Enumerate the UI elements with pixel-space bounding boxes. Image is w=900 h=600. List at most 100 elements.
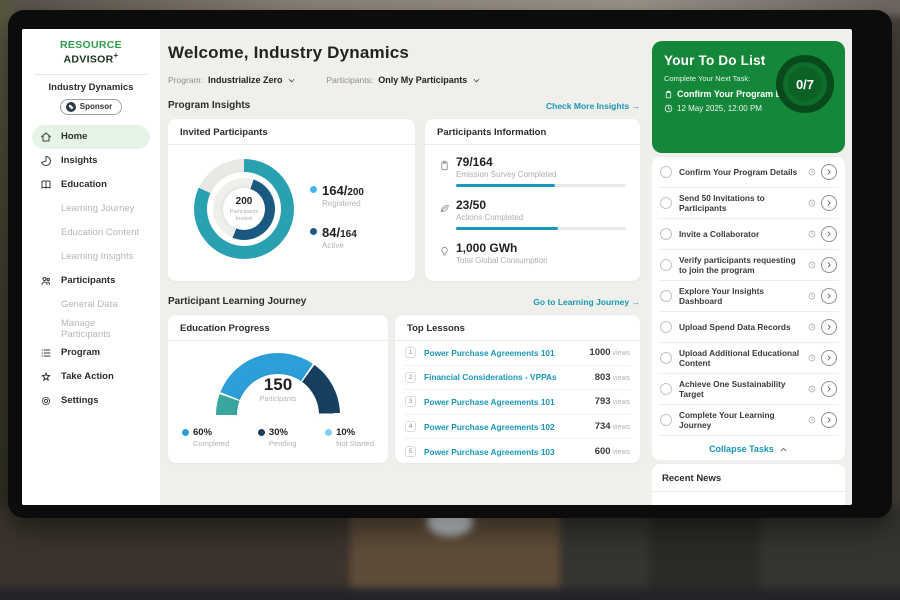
sidebar-item-manage-participants[interactable]: Manage Participants — [32, 317, 150, 341]
sidebar-item-label: Education Content — [61, 227, 139, 238]
task-checkbox[interactable] — [660, 228, 672, 240]
legend-not-started: 10% Not Started — [325, 427, 374, 448]
todo-task-list: Confirm Your Program Details Send 50 Inv… — [652, 157, 845, 460]
task-open-button[interactable] — [821, 257, 837, 273]
legend-dot — [182, 429, 189, 436]
chevron-right-icon — [825, 323, 833, 331]
task-checkbox[interactable] — [660, 352, 672, 364]
sidebar-item-program[interactable]: Program — [32, 341, 150, 365]
task-checkbox[interactable] — [660, 383, 672, 395]
sidebar-item-education[interactable]: Education — [32, 173, 150, 197]
dashboard-screen: RESOURCE ADVISOR+ Industry Dynamics Spon… — [22, 29, 852, 505]
chevron-right-icon — [825, 168, 833, 176]
legend-dot — [310, 228, 317, 235]
task-row: Upload Additional Educational Content — [658, 343, 839, 374]
task-label: Upload Additional Educational Content — [679, 348, 804, 368]
section-title-program-insights: Program Insights — [168, 100, 250, 111]
progress-track — [456, 227, 626, 230]
participants-dropdown[interactable]: Participants: Only My Participants — [326, 75, 481, 85]
info-row-consumption: 1,000 GWh Total Global Consumption — [439, 241, 626, 265]
task-open-button[interactable] — [821, 381, 837, 397]
tag-icon — [66, 102, 76, 112]
lesson-row: 2 Financial Considerations - VPPAs 803 v… — [405, 366, 630, 391]
invited-participants-card: Invited Participants 200 Participants In… — [168, 119, 415, 281]
main-content: Welcome, Industry Dynamics Program: Indu… — [160, 29, 650, 505]
task-row: Verify participants requesting to join t… — [658, 250, 839, 281]
chevron-right-icon — [825, 230, 833, 238]
lesson-link[interactable]: Financial Considerations - VPPAs — [424, 372, 595, 382]
legend-dot — [310, 186, 317, 193]
sidebar-item-label: Insights — [61, 155, 97, 166]
chevron-right-icon — [825, 199, 833, 207]
lesson-link[interactable]: Power Purchase Agreements 102 — [424, 422, 595, 432]
app-logo: RESOURCE ADVISOR+ — [32, 39, 150, 66]
progress-track — [456, 184, 626, 187]
list-icon — [40, 347, 52, 359]
task-checkbox[interactable] — [660, 321, 672, 333]
org-name: Industry Dynamics — [32, 82, 150, 93]
bulb-icon — [439, 241, 456, 265]
donut-center-value: 200 — [236, 196, 253, 207]
go-to-learning-journey-link[interactable]: Go to Learning Journey → — [533, 297, 640, 307]
top-lessons-card: Top Lessons 1 Power Purchase Agreements … — [395, 315, 640, 463]
task-open-button[interactable] — [821, 319, 837, 335]
clock-icon — [808, 168, 816, 176]
sidebar-item-label: Education — [61, 179, 107, 190]
task-label: Achieve One Sustainability Target — [679, 379, 804, 399]
task-checkbox[interactable] — [660, 166, 672, 178]
lesson-rank: 5 — [405, 446, 416, 457]
task-checkbox[interactable] — [660, 197, 672, 209]
sidebar-item-learning-journey[interactable]: Learning Journey — [32, 197, 150, 221]
sidebar-item-participants[interactable]: Participants — [32, 269, 150, 293]
logo-resource: RESOURCE — [60, 39, 122, 51]
info-row-emission-survey: 79/164 Emission Survey Completed — [439, 155, 626, 187]
task-checkbox[interactable] — [660, 259, 672, 271]
recent-news-title: Recent News — [652, 464, 845, 492]
participants-value: Only My Participants — [378, 75, 467, 85]
sidebar-item-take-action[interactable]: Take Action — [32, 365, 150, 389]
task-open-button[interactable] — [821, 412, 837, 428]
invited-participants-donut-chart: 200 Participants Invited — [194, 159, 294, 259]
clock-icon — [808, 416, 816, 424]
sidebar-item-education-content[interactable]: Education Content — [32, 221, 150, 245]
task-checkbox[interactable] — [660, 414, 672, 426]
chevron-right-icon — [825, 416, 833, 424]
section-title-learning-journey: Participant Learning Journey — [168, 296, 306, 307]
gauge-center-value: 150 — [216, 375, 340, 395]
sidebar-item-learning-insights[interactable]: Learning Insights — [32, 245, 150, 269]
task-label: Complete Your Learning Journey — [679, 410, 804, 430]
clock-icon — [664, 104, 673, 113]
page-title: Welcome, Industry Dynamics — [168, 43, 640, 63]
task-open-button[interactable] — [821, 164, 837, 180]
task-row: Explore Your Insights Dashboard — [658, 281, 839, 312]
program-value: Industrialize Zero — [208, 75, 283, 85]
sidebar-item-home[interactable]: Home — [32, 125, 150, 149]
progress-fill — [456, 184, 555, 187]
lesson-link[interactable]: Power Purchase Agreements 101 — [424, 348, 589, 358]
task-open-button[interactable] — [821, 350, 837, 366]
lesson-rank: 2 — [405, 372, 416, 383]
program-dropdown[interactable]: Program: Industrialize Zero — [168, 75, 296, 85]
sidebar-item-settings[interactable]: Settings — [32, 389, 150, 413]
task-open-button[interactable] — [821, 195, 837, 211]
home-icon — [40, 131, 52, 143]
lesson-row: 5 Power Purchase Agreements 103 600 view… — [405, 439, 630, 463]
lesson-link[interactable]: Power Purchase Agreements 103 — [424, 447, 595, 457]
task-row: Invite a Collaborator — [658, 219, 839, 250]
task-label: Send 50 Invitations to Participants — [679, 193, 804, 213]
chevron-right-icon — [825, 354, 833, 362]
task-row: Complete Your Learning Journey — [658, 405, 839, 436]
check-more-insights-link[interactable]: Check More Insights → — [546, 101, 640, 111]
legend-active: 84/164 Active — [310, 225, 364, 250]
collapse-tasks-link[interactable]: Collapse Tasks — [658, 436, 839, 460]
legend-dot — [258, 429, 265, 436]
lesson-link[interactable]: Power Purchase Agreements 101 — [424, 397, 595, 407]
collapse-tasks-label: Collapse Tasks — [709, 444, 774, 454]
sidebar-item-general-data[interactable]: General Data — [32, 293, 150, 317]
task-checkbox[interactable] — [660, 290, 672, 302]
background-desk-edge — [0, 588, 900, 600]
sidebar-item-label: Manage Participants — [61, 318, 144, 340]
sidebar-item-insights[interactable]: Insights — [32, 149, 150, 173]
task-open-button[interactable] — [821, 226, 837, 242]
task-open-button[interactable] — [821, 288, 837, 304]
